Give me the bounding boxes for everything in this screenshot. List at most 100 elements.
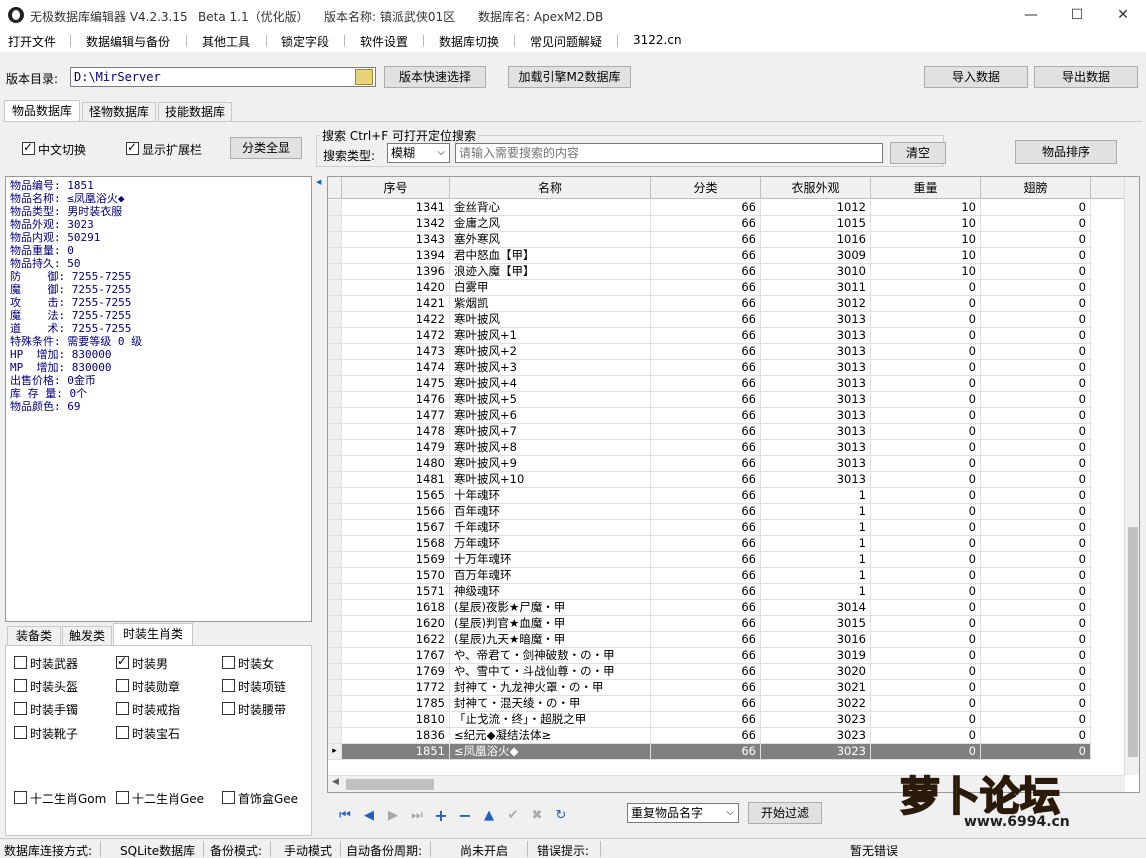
- table-cell[interactable]: 66: [651, 600, 761, 616]
- quick-select-button[interactable]: 版本快速选择: [384, 66, 486, 88]
- table-row[interactable]: 1836 ≤纪元◆凝结法体≥ 66 3023 0 0: [328, 728, 1125, 744]
- table-cell[interactable]: 0: [871, 504, 981, 520]
- table-cell[interactable]: 0: [871, 424, 981, 440]
- table-row[interactable]: 1473 寒叶披风+2 66 3013 0 0: [328, 344, 1125, 360]
- table-row[interactable]: ▸ 1851 ≤凤凰浴火◆ 66 3023 0 0: [328, 744, 1125, 760]
- table-cell[interactable]: 寒叶披风+10: [450, 472, 651, 488]
- table-cell[interactable]: 66: [651, 216, 761, 232]
- table-cell[interactable]: 1: [761, 552, 871, 568]
- chinese-switch-checkbox[interactable]: [22, 140, 35, 155]
- table-cell[interactable]: 66: [651, 664, 761, 680]
- table-cell[interactable]: 66: [651, 280, 761, 296]
- table-cell[interactable]: 万年魂环: [450, 536, 651, 552]
- table-cell[interactable]: 3013: [761, 440, 871, 456]
- table-cell[interactable]: 66: [651, 440, 761, 456]
- category-checkbox[interactable]: [116, 791, 129, 804]
- table-cell[interactable]: 1571: [342, 584, 450, 600]
- dir-input[interactable]: D:\MirServer: [70, 67, 376, 87]
- table-row[interactable]: 1481 寒叶披风+10 66 3013 0 0: [328, 472, 1125, 488]
- table-row[interactable]: 1480 寒叶披风+9 66 3013 0 0: [328, 456, 1125, 472]
- menu-other-tools[interactable]: 其他工具: [202, 33, 250, 50]
- table-row[interactable]: 1479 寒叶披风+8 66 3013 0 0: [328, 440, 1125, 456]
- table-cell[interactable]: 66: [651, 488, 761, 504]
- horizontal-scroll-thumb[interactable]: [346, 779, 434, 790]
- table-cell[interactable]: 66: [651, 712, 761, 728]
- table-cell[interactable]: 寒叶披风+4: [450, 376, 651, 392]
- table-cell[interactable]: 0: [981, 520, 1091, 536]
- column-header[interactable]: 分类: [651, 177, 761, 199]
- table-cell[interactable]: 1473: [342, 344, 450, 360]
- table-cell[interactable]: 0: [871, 312, 981, 328]
- table-cell[interactable]: 66: [651, 520, 761, 536]
- table-cell[interactable]: 0: [981, 248, 1091, 264]
- table-cell[interactable]: 3013: [761, 456, 871, 472]
- menu-lock-field[interactable]: 锁定字段: [281, 33, 329, 50]
- table-cell[interactable]: 10: [871, 232, 981, 248]
- table-cell[interactable]: 66: [651, 424, 761, 440]
- table-cell[interactable]: 0: [871, 376, 981, 392]
- table-cell[interactable]: 1785: [342, 696, 450, 712]
- first-record-icon[interactable]: ⏮: [337, 808, 353, 824]
- table-cell[interactable]: 1342: [342, 216, 450, 232]
- table-row[interactable]: 1478 寒叶披风+7 66 3013 0 0: [328, 424, 1125, 440]
- next-record-icon[interactable]: ▶: [385, 808, 401, 824]
- table-cell[interactable]: 寒叶披风+5: [450, 392, 651, 408]
- column-header[interactable]: 序号: [342, 177, 450, 199]
- table-cell[interactable]: 10: [871, 200, 981, 216]
- table-cell[interactable]: 0: [981, 632, 1091, 648]
- table-cell[interactable]: 3023: [761, 728, 871, 744]
- table-cell[interactable]: 3019: [761, 648, 871, 664]
- menu-db-switch[interactable]: 数据库切换: [439, 33, 499, 50]
- table-cell[interactable]: 1481: [342, 472, 450, 488]
- table-cell[interactable]: 1: [761, 504, 871, 520]
- table-cell[interactable]: 0: [981, 200, 1091, 216]
- cancel-record-icon[interactable]: ✖: [529, 808, 545, 824]
- table-cell[interactable]: 3013: [761, 392, 871, 408]
- table-cell[interactable]: 0: [981, 264, 1091, 280]
- table-cell[interactable]: や、雪中て・斗战仙尊・の・甲: [450, 664, 651, 680]
- table-cell[interactable]: 寒叶披风+8: [450, 440, 651, 456]
- menu-faq[interactable]: 常见问题解疑: [530, 33, 602, 50]
- column-header[interactable]: 翅膀: [981, 177, 1091, 199]
- table-cell[interactable]: 3021: [761, 680, 871, 696]
- vertical-scroll-thumb[interactable]: [1128, 527, 1138, 757]
- table-cell[interactable]: 0: [981, 360, 1091, 376]
- table-cell[interactable]: ≤纪元◆凝结法体≥: [450, 728, 651, 744]
- prev-record-icon[interactable]: ◀: [361, 808, 377, 824]
- table-cell[interactable]: 0: [981, 600, 1091, 616]
- table-row[interactable]: 1477 寒叶披风+6 66 3013 0 0: [328, 408, 1125, 424]
- table-cell[interactable]: 0: [981, 488, 1091, 504]
- table-cell[interactable]: 1: [761, 584, 871, 600]
- table-cell[interactable]: 0: [981, 328, 1091, 344]
- table-row[interactable]: 1421 紫烟凯 66 3012 0 0: [328, 296, 1125, 312]
- table-cell[interactable]: 3013: [761, 408, 871, 424]
- table-cell[interactable]: 1476: [342, 392, 450, 408]
- table-cell[interactable]: 66: [651, 408, 761, 424]
- table-cell[interactable]: 0: [871, 408, 981, 424]
- table-row[interactable]: 1394 君中怒血【甲】 66 3009 10 0: [328, 248, 1125, 264]
- table-cell[interactable]: 百万年魂环: [450, 568, 651, 584]
- table-cell[interactable]: 0: [981, 280, 1091, 296]
- table-cell[interactable]: や、帝君て・剑神破敖・の・甲: [450, 648, 651, 664]
- category-checkbox[interactable]: [14, 702, 27, 715]
- table-cell[interactable]: 1422: [342, 312, 450, 328]
- tab-items[interactable]: 物品数据库: [4, 100, 80, 122]
- last-record-icon[interactable]: ⏭: [409, 808, 425, 824]
- table-cell[interactable]: 10: [871, 216, 981, 232]
- delete-record-icon[interactable]: −: [457, 808, 473, 824]
- menu-data-edit[interactable]: 数据编辑与备份: [86, 33, 170, 50]
- table-cell[interactable]: 3023: [761, 744, 871, 760]
- table-cell[interactable]: 1016: [761, 232, 871, 248]
- table-row[interactable]: 1769 や、雪中て・斗战仙尊・の・甲 66 3020 0 0: [328, 664, 1125, 680]
- table-cell[interactable]: 寒叶披风: [450, 312, 651, 328]
- table-cell[interactable]: 0: [871, 472, 981, 488]
- table-row[interactable]: 1571 神级魂环 66 1 0 0: [328, 584, 1125, 600]
- collapse-icon[interactable]: ◀: [316, 178, 321, 186]
- table-cell[interactable]: 1767: [342, 648, 450, 664]
- table-row[interactable]: 1396 浪迹入魔【甲】 66 3010 10 0: [328, 264, 1125, 280]
- table-cell[interactable]: 1421: [342, 296, 450, 312]
- table-cell[interactable]: 0: [981, 584, 1091, 600]
- post-record-icon[interactable]: ✔: [505, 808, 521, 824]
- menu-settings[interactable]: 软件设置: [360, 33, 408, 50]
- table-cell[interactable]: 神级魂环: [450, 584, 651, 600]
